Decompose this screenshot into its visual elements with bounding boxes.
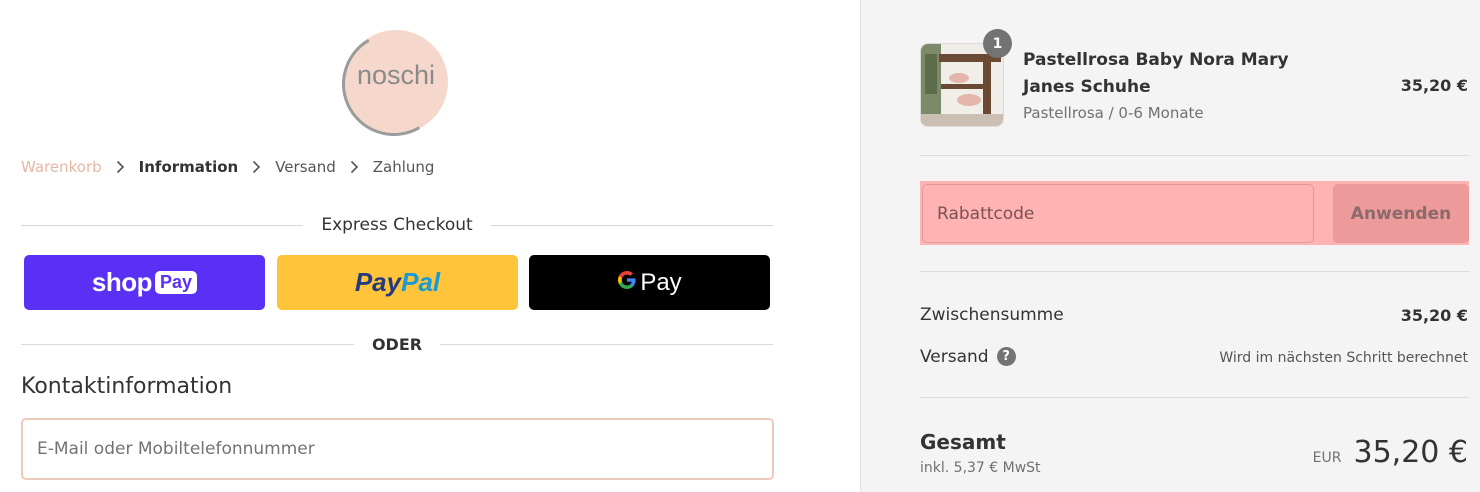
breadcrumb-cart[interactable]: Warenkorb (21, 158, 102, 176)
shipping-row: Versand? (920, 347, 1016, 367)
chevron-right-icon (252, 160, 261, 174)
divider-line (920, 271, 1469, 272)
tax-note: inkl. 5,37 € MwSt (920, 460, 1041, 476)
shipping-value: Wird im nächsten Schritt berechnet (1219, 350, 1468, 366)
apply-discount-button[interactable]: Anwenden (1333, 184, 1469, 243)
paypal-logo-part1: Pay (354, 267, 402, 297)
google-g-icon (617, 269, 637, 297)
divider-line (920, 397, 1469, 398)
or-divider: ODER (21, 335, 774, 354)
divider-line (21, 224, 304, 226)
or-label: ODER (371, 335, 423, 354)
checkout-main: noschi Warenkorb Information Versand Zah… (0, 0, 860, 492)
breadcrumb-information: Information (138, 158, 239, 176)
discount-code-input[interactable] (922, 184, 1314, 243)
divider-line (21, 344, 354, 345)
shipping-label: Versand (920, 347, 989, 367)
paypal-button[interactable]: Pay Pal (277, 255, 518, 310)
paypal-logo-part2: Pal (401, 267, 441, 297)
logo-text: noschi (356, 60, 436, 90)
quantity-badge: 1 (983, 29, 1012, 58)
divider-line (440, 344, 774, 345)
shop-pay-badge: Pay (155, 271, 198, 294)
contact-section-title: Kontaktinformation (21, 374, 233, 399)
total-amount: 35,20 € (1353, 435, 1468, 470)
express-checkout-title: Express Checkout (321, 215, 473, 235)
breadcrumb-payment: Zahlung (372, 158, 435, 176)
subtotal-value: 35,20 € (1400, 306, 1468, 325)
contact-email-input[interactable] (21, 418, 774, 480)
express-checkout-divider: Express Checkout (21, 215, 774, 235)
product-price: 35,20 € (1400, 76, 1468, 95)
shop-pay-button[interactable]: shop Pay (24, 255, 265, 310)
currency-code: EUR (1312, 450, 1342, 466)
shop-pay-logo: shop (91, 267, 153, 297)
google-pay-button[interactable]: Pay (529, 255, 770, 310)
breadcrumb: Warenkorb Information Versand Zahlung (21, 158, 434, 176)
order-summary: 1 Pastellrosa Baby Nora Mary Janes Schuh… (860, 0, 1480, 492)
chevron-right-icon (350, 160, 359, 174)
brand-logo[interactable]: noschi (330, 20, 458, 148)
divider-line (490, 224, 774, 226)
google-pay-label: Pay (640, 268, 682, 296)
total-label: Gesamt (920, 430, 1006, 454)
help-icon[interactable]: ? (996, 347, 1016, 366)
chevron-right-icon (116, 160, 125, 174)
divider-line (920, 155, 1469, 156)
total-price: EUR 35,20 € (1313, 435, 1468, 470)
discount-code-form: Anwenden (920, 181, 1469, 245)
breadcrumb-shipping: Versand (275, 158, 336, 176)
product-name: Pastellrosa Baby Nora Mary Janes Schuhe (1023, 50, 1289, 97)
product-variant: Pastellrosa / 0-6 Monate (1023, 104, 1204, 122)
subtotal-label: Zwischensumme (920, 305, 1064, 325)
